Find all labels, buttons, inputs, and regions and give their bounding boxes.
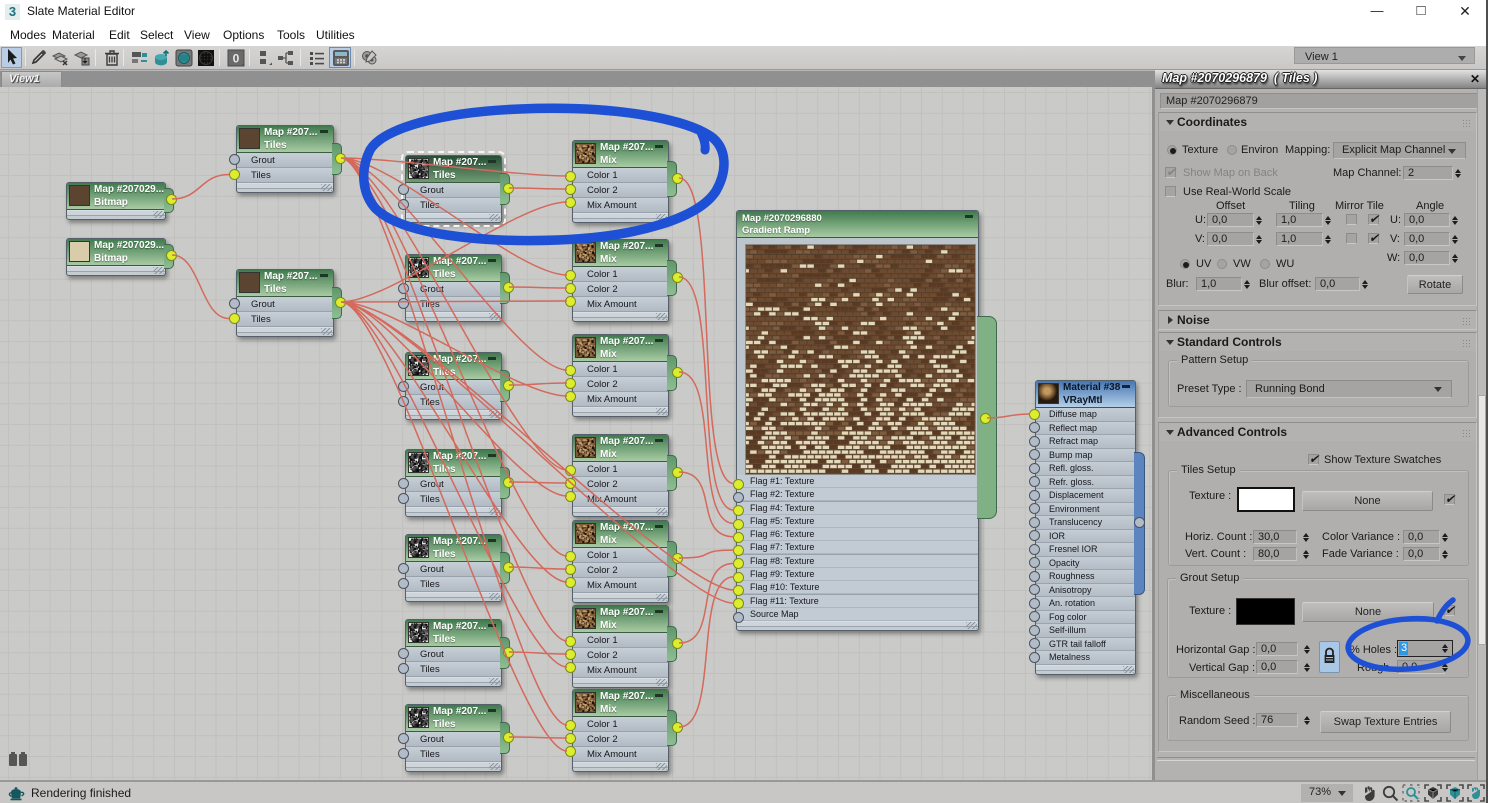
- svg-text:0: 0: [233, 52, 240, 66]
